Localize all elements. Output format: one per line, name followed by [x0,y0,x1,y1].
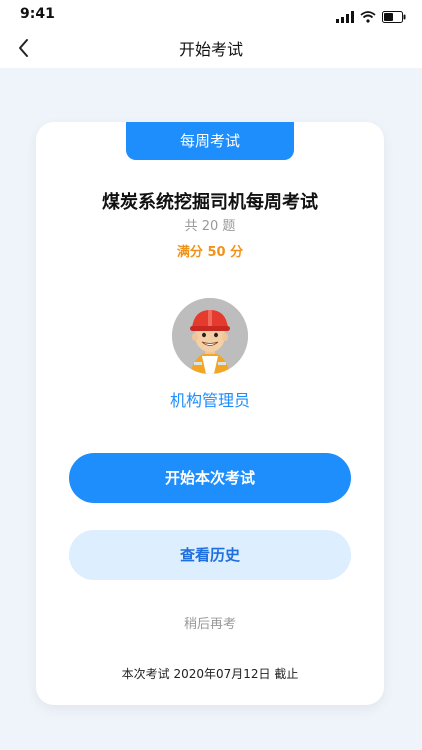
worker-avatar-icon [172,298,248,374]
view-history-button[interactable]: 查看历史 [69,530,351,580]
navigation-bar: 开始考试 [0,28,422,68]
status-icons [336,8,406,27]
take-later-link[interactable]: 稍后再考 [36,613,384,632]
exam-deadline: 本次考试 2020年07月12日 截止 [121,667,299,681]
exam-title: 煤炭系统挖掘司机每周考试 [102,192,318,213]
status-bar: 9:41 [0,0,422,28]
question-count: 共 20 题 [184,219,236,234]
page-title: 开始考试 [178,40,243,59]
signal-icon [336,8,354,27]
exam-card: 每周考试 煤炭系统挖掘司机每周考试 共 20 题 满分 50 分 机构管理员 开… [36,122,384,705]
organization-name: 机构管理员 [169,391,250,410]
full-score: 满分 50 分 [176,245,244,260]
avatar [172,298,248,374]
battery-icon [382,8,406,27]
wifi-icon [360,8,376,27]
exam-type-tab: 每周考试 [126,122,294,160]
start-exam-button[interactable]: 开始本次考试 [69,453,351,503]
status-time: 9:41 [20,6,55,22]
